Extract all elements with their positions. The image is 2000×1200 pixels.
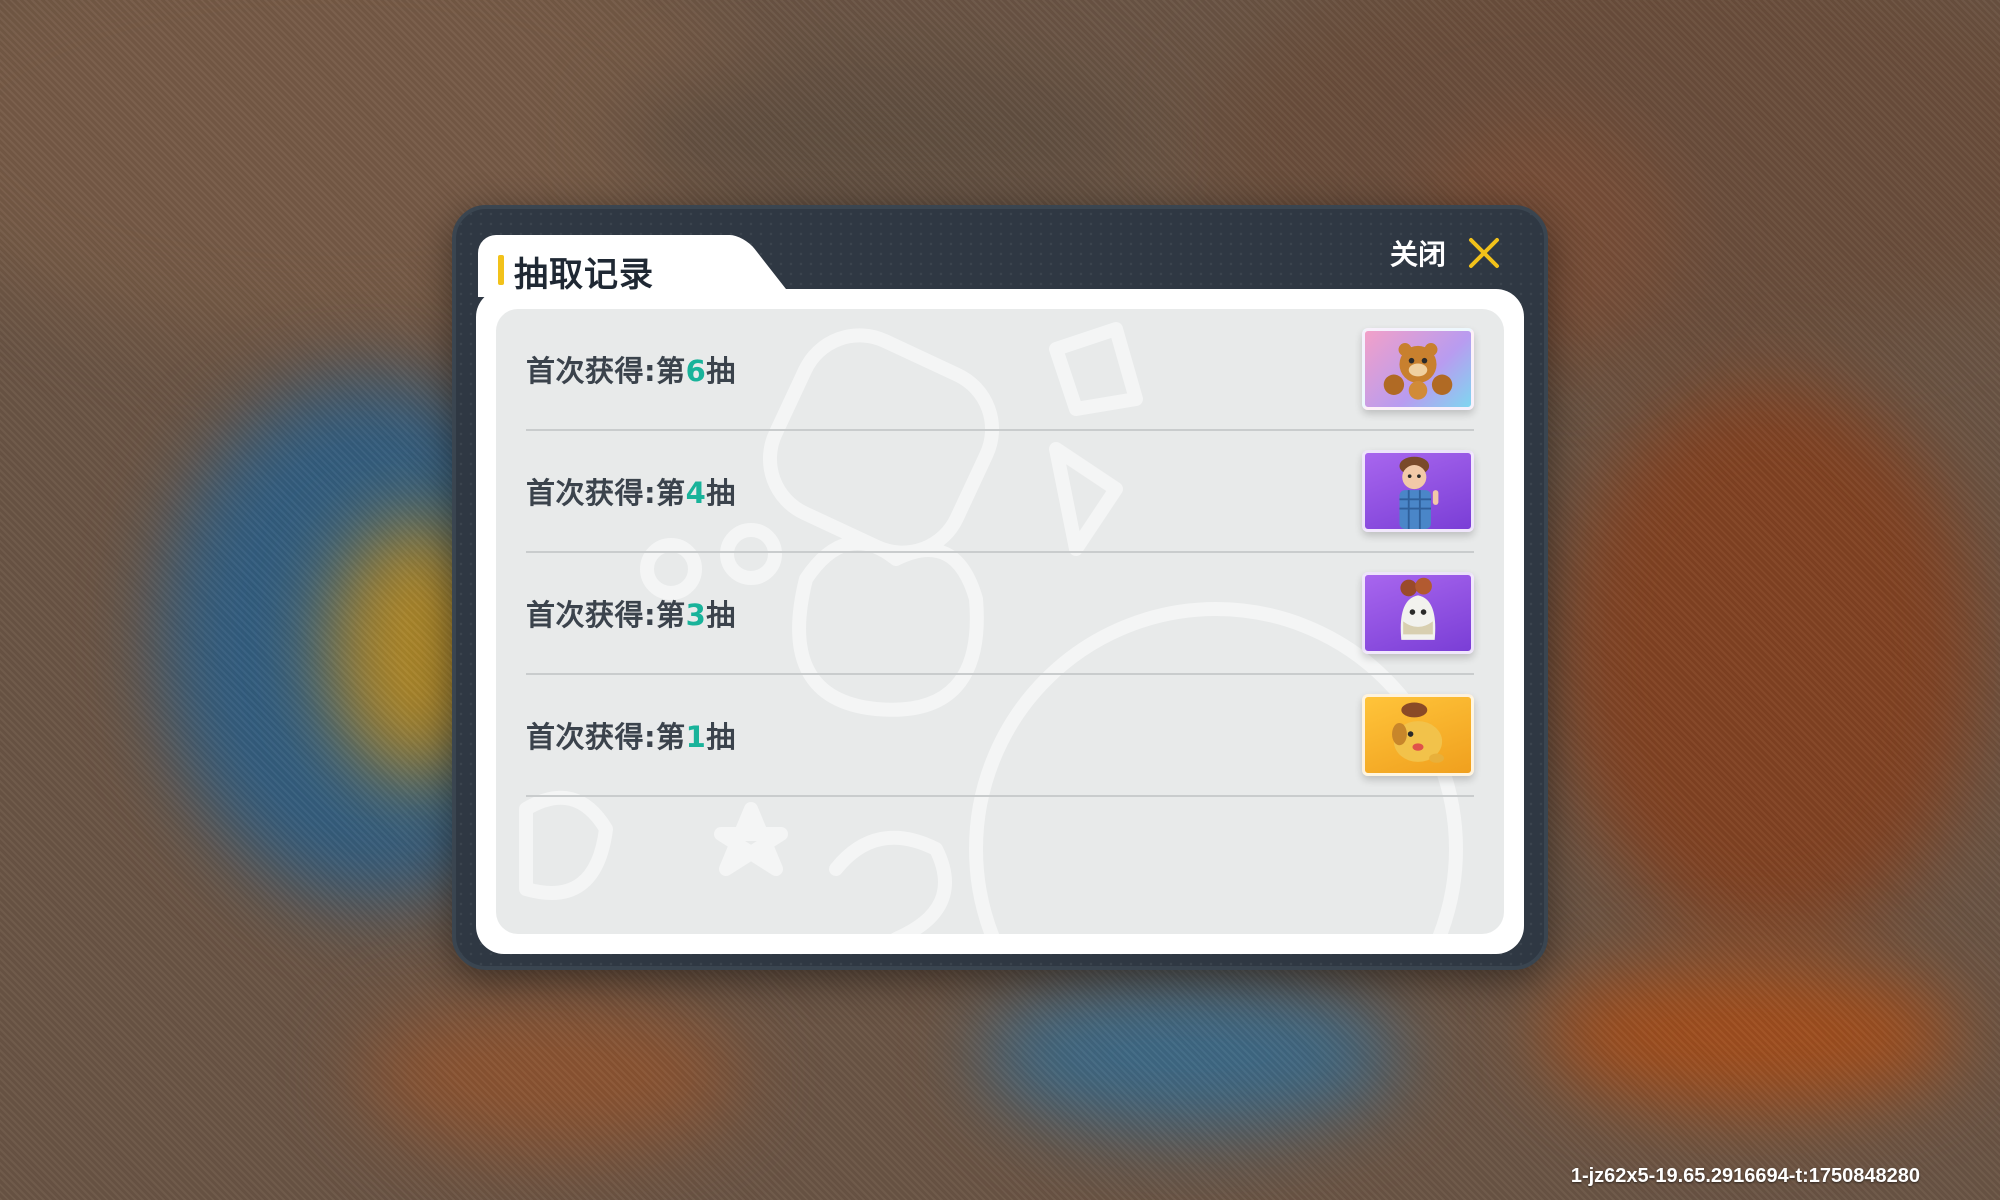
record-text: 首次获得:第1抽 [526, 720, 736, 754]
content-panel: 首次获得:第6抽 首次获得:第4抽 首次获得:第3抽 首次获得:第1抽 [476, 289, 1524, 954]
mushroom-dog-icon[interactable] [1362, 694, 1474, 776]
record-text: 首次获得:第6抽 [526, 354, 736, 388]
draw-number: 6 [685, 354, 707, 388]
build-watermark: 1-jz62x5-19.65.2916694-t:1750848280 [1570, 1165, 1920, 1187]
record-text: 首次获得:第3抽 [526, 598, 736, 632]
record-list-area: 首次获得:第6抽 首次获得:第4抽 首次获得:第3抽 首次获得:第1抽 [496, 309, 1504, 934]
bear-bundle-icon[interactable] [1362, 328, 1474, 410]
close-icon [1469, 238, 1499, 268]
draw-number: 1 [685, 720, 707, 754]
boy-character-icon[interactable] [1362, 450, 1474, 532]
record-row[interactable]: 首次获得:第1抽 [526, 675, 1474, 797]
draw-number: 3 [685, 598, 707, 632]
record-text: 首次获得:第4抽 [526, 476, 736, 510]
mushroom-ghost-icon[interactable] [1362, 572, 1474, 654]
close-button[interactable]: 关闭 [1390, 229, 1502, 277]
dialog-title: 抽取记录 [514, 255, 654, 295]
draw-record-dialog: 抽取记录 关闭 首次获得:第6抽 首次获得:第4抽 首次获得:第3抽 首次获得:… [452, 205, 1548, 970]
close-label: 关闭 [1389, 238, 1446, 271]
record-row[interactable]: 首次获得:第3抽 [526, 553, 1474, 675]
record-row[interactable]: 首次获得:第6抽 [526, 309, 1474, 431]
title-accent-bar [498, 255, 504, 285]
record-list: 首次获得:第6抽 首次获得:第4抽 首次获得:第3抽 首次获得:第1抽 [526, 309, 1474, 797]
draw-number: 4 [685, 476, 707, 510]
record-row[interactable]: 首次获得:第4抽 [526, 431, 1474, 553]
